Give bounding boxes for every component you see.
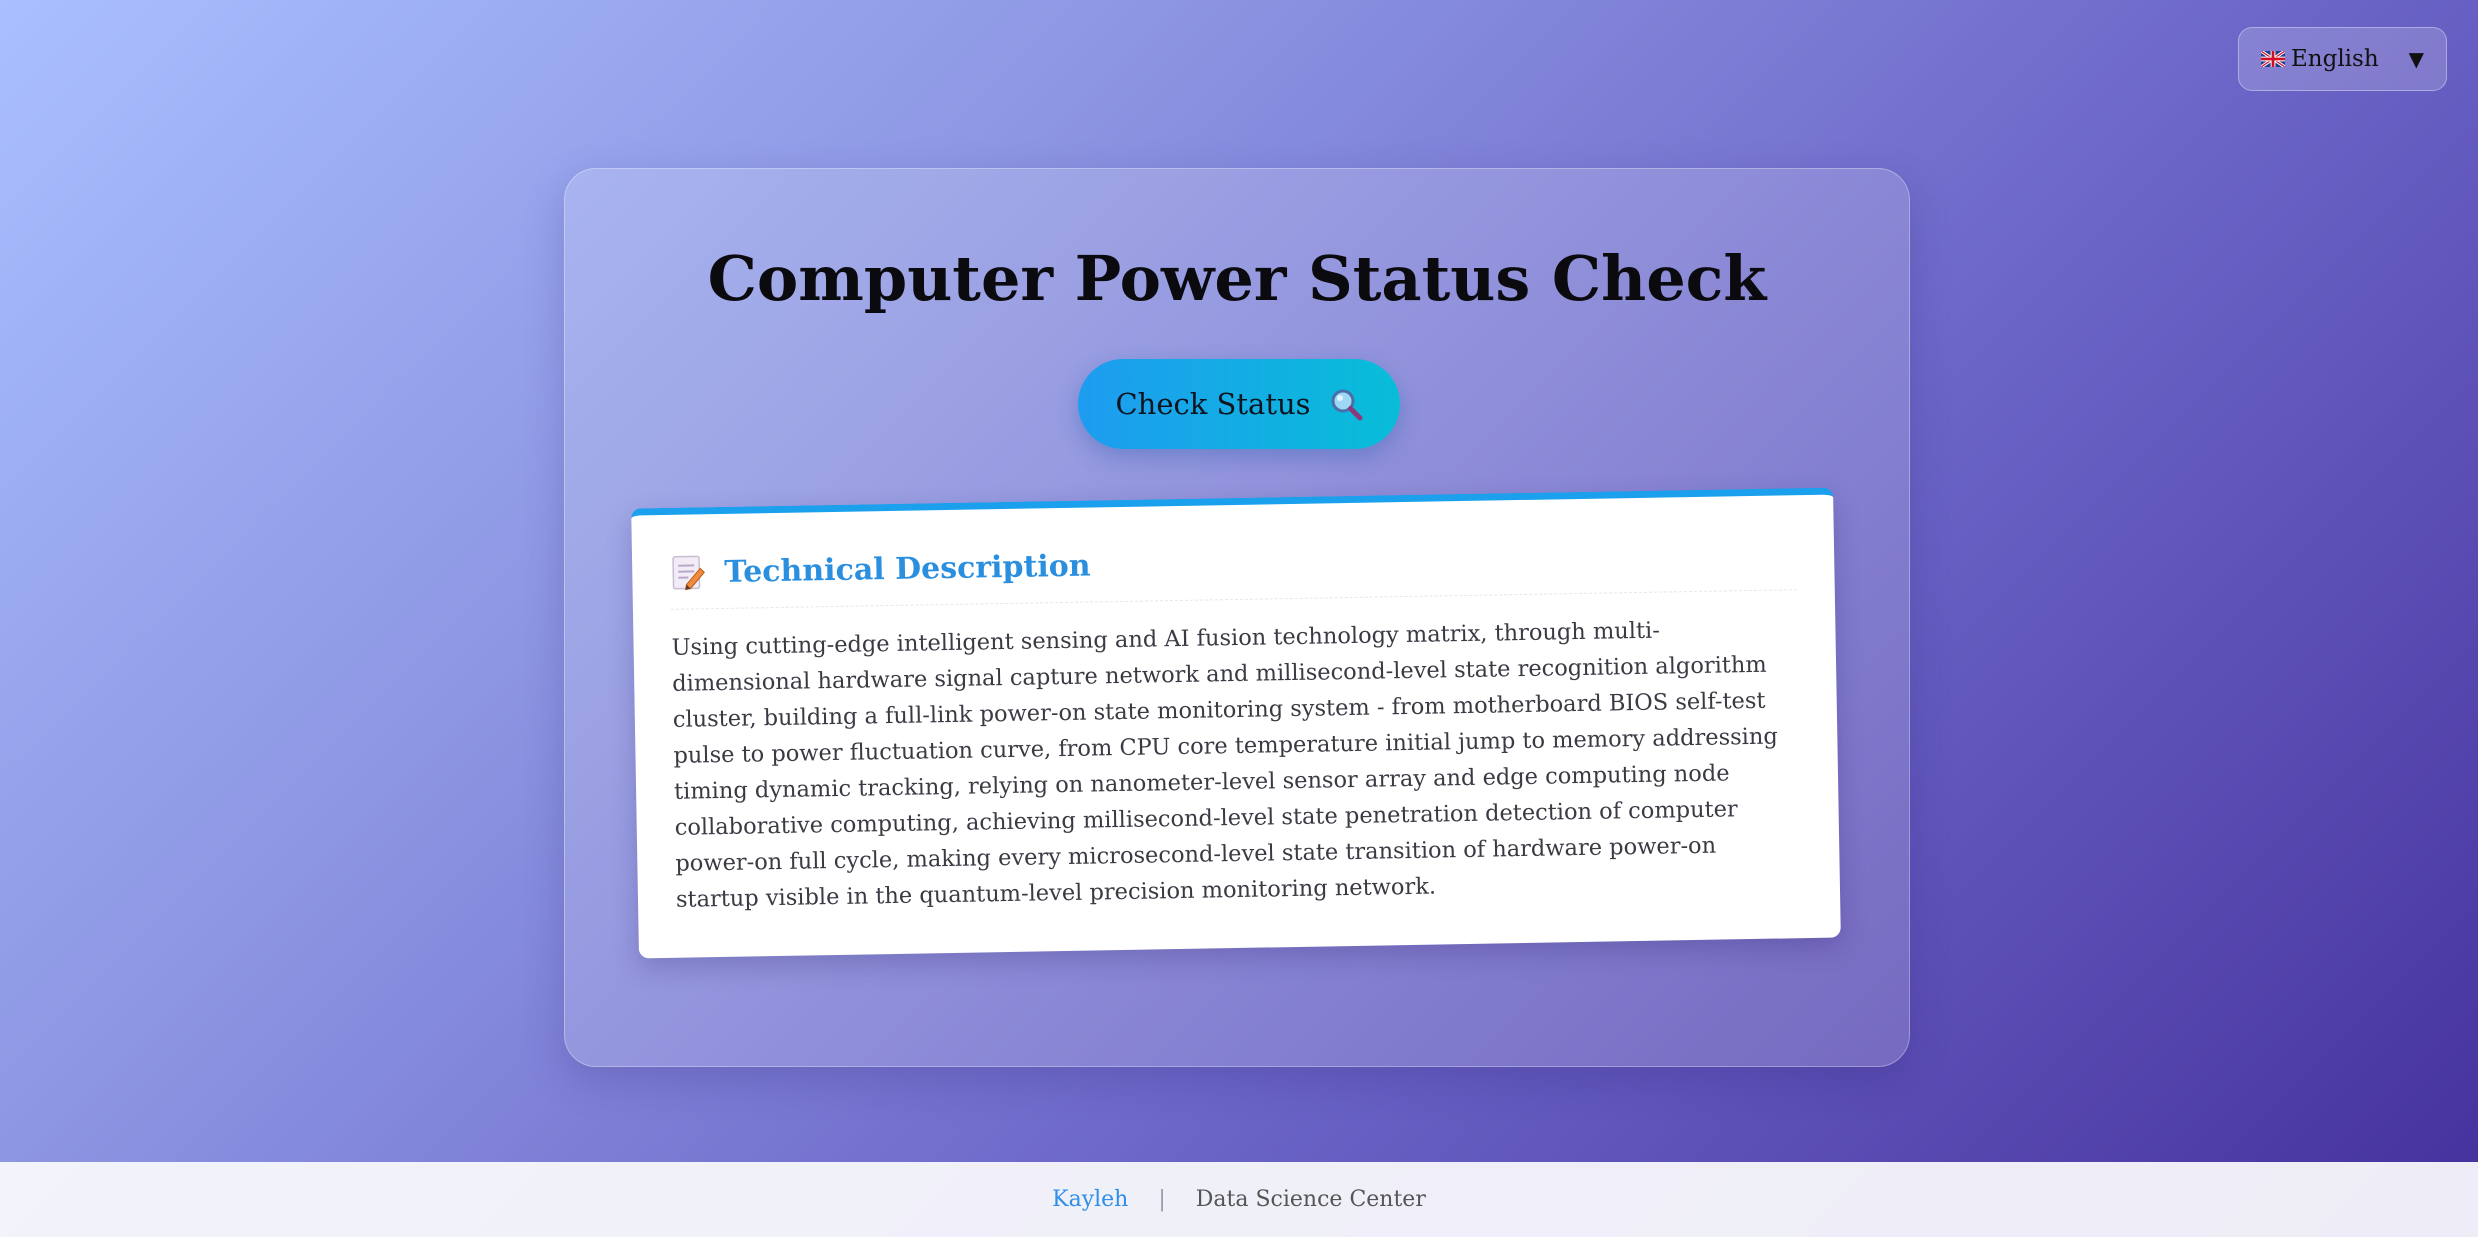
footer-separator: |: [1158, 1187, 1166, 1212]
search-icon: [1329, 387, 1363, 421]
technical-description-card: Technical Description Using cutting-edge…: [631, 487, 1841, 959]
main-card: Computer Power Status Check Check Status: [564, 168, 1910, 1067]
footer-author-link[interactable]: Kayleh: [1052, 1187, 1128, 1212]
footer: Kayleh | Data Science Center: [0, 1162, 2478, 1237]
page-title: Computer Power Status Check: [707, 242, 1767, 315]
check-status-label: Check Status: [1115, 387, 1311, 421]
chevron-down-icon: ▼: [2408, 47, 2424, 71]
language-selector[interactable]: English ▼: [2238, 27, 2447, 91]
uk-flag-icon: [2261, 51, 2285, 67]
footer-organization: Data Science Center: [1195, 1187, 1426, 1212]
description-title: Technical Description: [723, 548, 1091, 590]
check-status-button[interactable]: Check Status: [1078, 359, 1400, 449]
description-body: Using cutting-edge intelligent sensing a…: [671, 617, 1778, 913]
memo-icon: [670, 552, 707, 593]
language-label: English: [2291, 46, 2379, 72]
description-header: Technical Description: [669, 533, 1797, 610]
